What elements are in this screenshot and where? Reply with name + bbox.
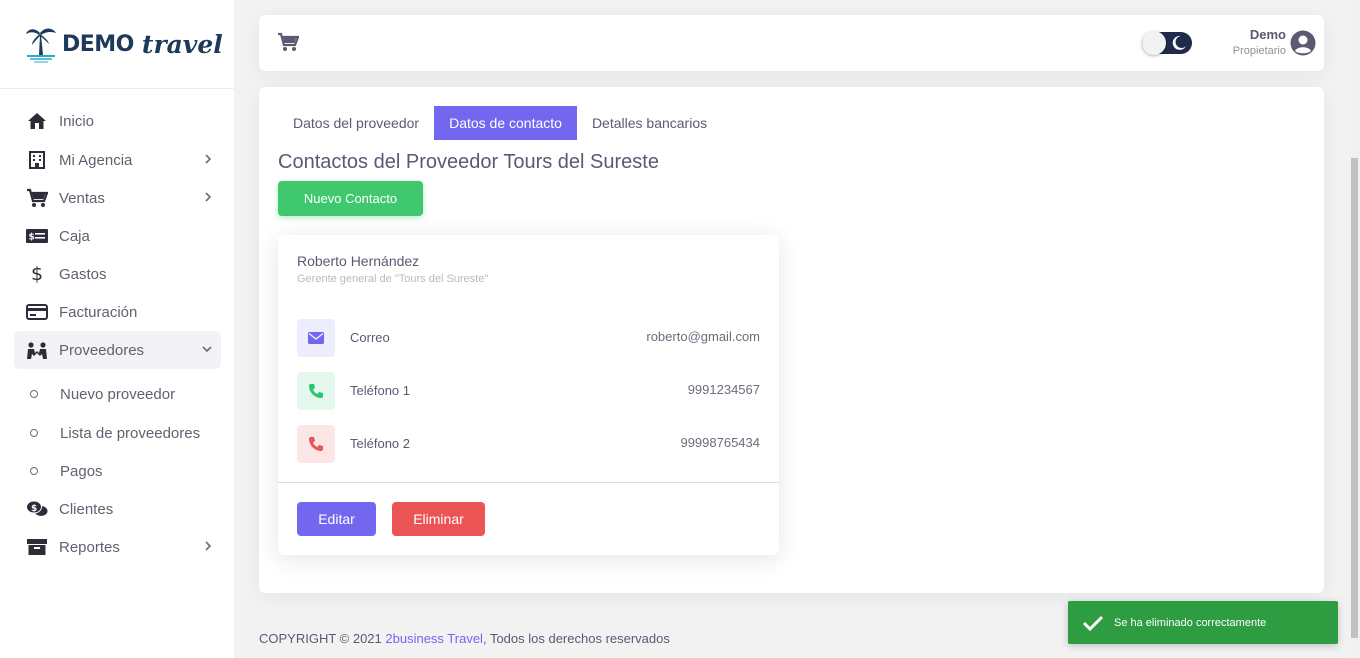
chevron-right-icon [205,541,212,551]
contact-role: Gerente general de "Tours del Sureste" [297,273,489,285]
sidebar-item-facturacion[interactable]: Facturación [14,293,221,331]
people-icon [26,340,48,360]
tabs: Datos del proveedor Datos de contacto De… [278,106,722,140]
user-role: Propietario [1232,45,1286,57]
envelope-icon [297,319,335,357]
circle-icon [30,467,38,475]
contact-card: Roberto Hernández Gerente general de "To… [278,235,779,555]
brand-name-part1: DEMO [62,31,134,57]
contact-row-label: Teléfono 2 [350,436,410,451]
cart-icon [26,188,48,208]
tab-datos-proveedor[interactable]: Datos del proveedor [278,106,434,140]
phone-icon [297,425,335,463]
sidebar-item-label: Caja [59,227,90,245]
svg-text:$: $ [29,233,35,243]
dark-mode-toggle[interactable] [1142,31,1192,55]
scrollbar-thumb[interactable] [1351,158,1358,638]
circle-icon [30,390,38,398]
contact-row-label: Correo [350,330,390,345]
contact-row-phone2: Teléfono 2 99998765434 [297,425,760,463]
sidebar-subitem-label: Pagos [60,462,103,480]
palm-tree-icon [26,28,56,63]
sidebar-item-label: Gastos [59,265,107,283]
sidebar-item-label: Inicio [59,112,95,130]
sidebar-item-caja[interactable]: $ Caja [14,217,221,255]
sidebar-subitem-lista-proveedores[interactable]: Lista de proveedores [14,415,221,451]
sidebar-item-reportes[interactable]: Reportes [14,528,221,566]
brand-logo: DEMO travel [24,25,223,63]
sidebar-item-inicio[interactable]: Inicio [14,102,221,140]
sidebar-item-label: Reportes [59,538,120,556]
dollar-icon: $ [30,263,44,285]
footer: COPYRIGHT © 2021 2business Travel, Todos… [259,631,670,646]
contact-name: Roberto Hernández [297,253,420,269]
brand[interactable]: DEMO travel [0,0,234,89]
sidebar-item-mi-agencia[interactable]: Mi Agencia [14,141,221,179]
cash-icon: $ [26,226,48,246]
sidebar-item-gastos[interactable]: $ Gastos [14,255,221,293]
toast-message: Se ha eliminado correctamente [1114,616,1267,629]
chevron-down-icon [202,346,212,353]
archive-icon [26,537,48,557]
chevron-right-icon [205,192,212,202]
footer-copyright: COPYRIGHT © 2021 [259,631,386,646]
sidebar-item-label: Proveedores [59,341,145,359]
sidebar-item-proveedores[interactable]: Proveedores [14,331,221,369]
contact-row-phone1: Teléfono 1 9991234567 [297,372,760,410]
circle-icon [30,429,38,437]
credit-card-icon [26,302,48,322]
contact-row-value: 99998765434 [680,435,760,450]
success-toast[interactable]: Se ha eliminado correctamente [1068,601,1338,644]
home-icon [26,111,48,131]
building-icon [26,150,48,170]
user-name[interactable]: Demo [1250,27,1286,42]
sidebar-subitem-pagos[interactable]: Pagos [14,453,221,489]
tab-detalles-bancarios[interactable]: Detalles bancarios [577,106,722,140]
sidebar-subitem-label: Nuevo proveedor [60,385,176,403]
svg-text:$: $ [31,504,37,514]
phone-icon [297,372,335,410]
cart-icon[interactable] [277,32,300,57]
divider [278,482,779,483]
sidebar-item-label: Clientes [59,500,114,518]
contact-row-email: Correo roberto@gmail.com [297,319,760,357]
sidebar: DEMO travel Inicio Mi Agencia Ventas $ C… [0,0,234,658]
sidebar-item-clientes[interactable]: $ Clientes [14,490,221,528]
tab-datos-contacto[interactable]: Datos de contacto [434,106,577,140]
footer-link[interactable]: 2business Travel [385,631,483,646]
sidebar-item-label: Mi Agencia [59,151,133,169]
toggle-knob [1142,31,1166,55]
moon-icon [1172,35,1186,50]
sidebar-item-ventas[interactable]: Ventas [14,179,221,217]
user-avatar-icon[interactable] [1290,30,1316,61]
scrollbar[interactable] [1349,0,1360,658]
sidebar-subitem-nuevo-proveedor[interactable]: Nuevo proveedor [14,376,221,412]
contact-row-value: roberto@gmail.com [646,329,760,344]
footer-rights: , Todos los derechos reservados [482,631,670,646]
edit-button[interactable]: Editar [297,502,376,536]
main-card: Datos del proveedor Datos de contacto De… [259,87,1324,593]
sidebar-item-label: Facturación [59,303,138,321]
contact-row-label: Teléfono 1 [350,383,410,398]
comments-dollar-icon: $ [26,499,48,519]
sidebar-item-label: Ventas [59,189,105,207]
checkmark-icon [1082,615,1104,631]
brand-name-part2: travel [141,29,223,59]
sidebar-subitem-label: Lista de proveedores [60,424,201,442]
chevron-right-icon [205,154,212,164]
top-navbar: Demo Propietario [259,15,1324,71]
contact-row-value: 9991234567 [687,382,760,397]
delete-button[interactable]: Eliminar [392,502,485,536]
page-title: Contactos del Proveedor Tours del Surest… [278,151,659,173]
new-contact-button[interactable]: Nuevo Contacto [278,181,423,216]
